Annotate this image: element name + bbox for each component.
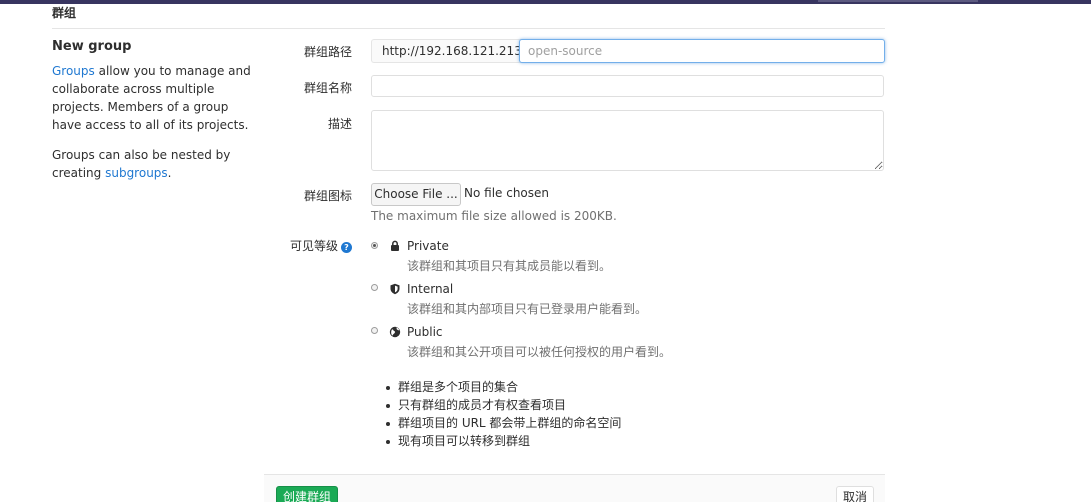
visibility-public-desc: 该群组和其公开项目可以被任何授权的用户看到。 bbox=[407, 345, 672, 359]
visibility-internal-desc: 该群组和其内部项目只有已登录用户能看到。 bbox=[407, 302, 648, 316]
navbar-search-box[interactable] bbox=[818, 0, 978, 2]
choose-file-button[interactable]: Choose File ... bbox=[371, 183, 461, 206]
cancel-button[interactable]: 取消 bbox=[836, 486, 874, 502]
title-divider bbox=[52, 28, 885, 29]
sidebar-nested: Groups can also be nested by creating su… bbox=[52, 146, 252, 182]
visibility-label-wrap: 可见等级? bbox=[290, 237, 352, 254]
page-title: 群组 bbox=[52, 6, 77, 20]
sidebar-nested-end: . bbox=[167, 166, 172, 180]
file-status-text: No file chosen bbox=[464, 186, 550, 200]
group-path-prefix: http://192.168.121.213/ bbox=[371, 39, 532, 63]
visibility-radio-private[interactable] bbox=[371, 242, 378, 249]
sidebar-intro: Groups allow you to manage and collabora… bbox=[52, 62, 252, 134]
info-list-item: 现有项目可以转移到群组 bbox=[384, 432, 621, 450]
visibility-public-title[interactable]: Public bbox=[407, 325, 443, 339]
lock-icon bbox=[391, 240, 399, 251]
sidebar-info: New group Groups allow you to manage and… bbox=[52, 39, 252, 194]
visibility-radio-internal[interactable] bbox=[371, 284, 378, 291]
form-actions-bar bbox=[264, 474, 885, 502]
group-path-label: 群组路径 bbox=[303, 45, 352, 59]
info-list-item: 群组项目的 URL 都会带上群组的命名空间 bbox=[384, 414, 621, 432]
globe-icon bbox=[389, 326, 401, 338]
file-size-help: The maximum file size allowed is 200KB. bbox=[371, 209, 617, 223]
visibility-private-desc: 该群组和其项目只有其成员能以看到。 bbox=[407, 259, 612, 273]
group-name-input[interactable] bbox=[371, 75, 884, 97]
question-circle-icon[interactable]: ? bbox=[341, 242, 352, 253]
subgroups-link[interactable]: subgroups bbox=[105, 166, 168, 180]
info-list-item: 群组是多个项目的集合 bbox=[384, 378, 621, 396]
top-navbar bbox=[0, 0, 1091, 4]
group-avatar-label: 群组图标 bbox=[303, 189, 352, 203]
visibility-internal-title[interactable]: Internal bbox=[407, 282, 453, 296]
visibility-private-title[interactable]: Private bbox=[407, 239, 449, 253]
description-textarea[interactable] bbox=[371, 110, 884, 171]
visibility-label: 可见等级 bbox=[289, 239, 338, 253]
sidebar-heading: New group bbox=[52, 39, 132, 54]
group-name-label: 群组名称 bbox=[303, 81, 352, 95]
shield-icon bbox=[390, 283, 400, 295]
description-label: 描述 bbox=[327, 117, 352, 131]
group-info-list: 群组是多个项目的集合 只有群组的成员才有权查看项目 群组项目的 URL 都会带上… bbox=[384, 378, 621, 450]
create-group-button[interactable]: 创建群组 bbox=[276, 486, 338, 502]
visibility-radio-public[interactable] bbox=[371, 327, 378, 334]
groups-link[interactable]: Groups bbox=[52, 64, 95, 78]
info-list-item: 只有群组的成员才有权查看项目 bbox=[384, 396, 621, 414]
group-path-input[interactable] bbox=[519, 39, 885, 63]
